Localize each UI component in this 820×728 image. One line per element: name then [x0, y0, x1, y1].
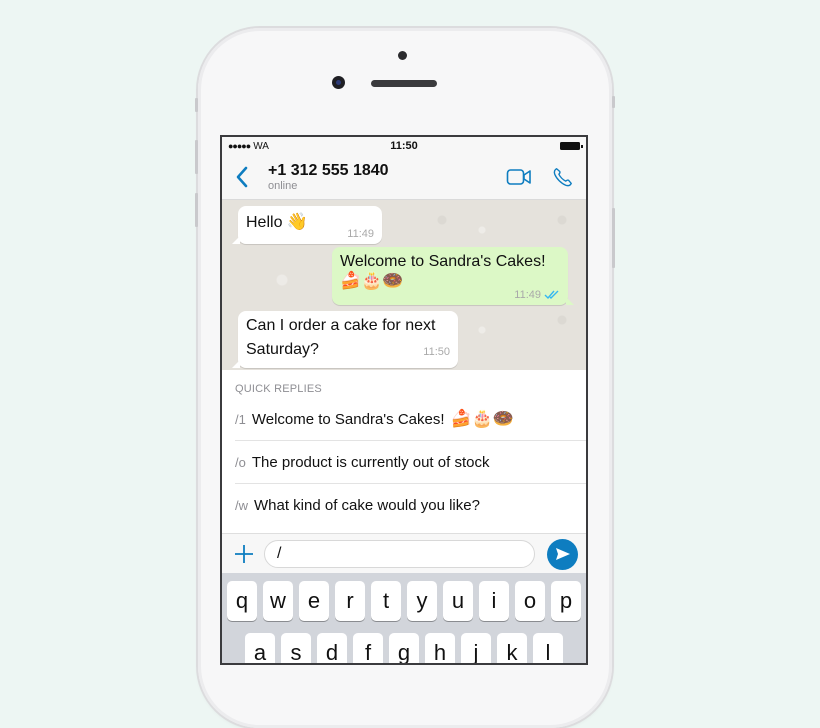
contact-info[interactable]: +1 312 555 1840 online [268, 162, 490, 193]
key-j[interactable]: j [461, 633, 491, 663]
key-q[interactable]: q [227, 581, 257, 621]
cake-emojis: 🍰🎂🍩 [450, 409, 515, 428]
quick-reply-item[interactable]: /1 Welcome to Sandra's Cakes! 🍰🎂🍩 [235, 398, 586, 441]
message-bubble-outgoing[interactable]: Welcome to Sandra's Cakes! 🍰🎂🍩 11:49 [332, 247, 574, 305]
chat-area: Hello 👋 11:49 Welcome to Sandra's Cakes!… [222, 200, 586, 370]
key-f[interactable]: f [353, 633, 383, 663]
double-check-icon [544, 290, 559, 300]
phone-screen: ●●●●● WA 11:50 +1 312 555 1840 online He… [220, 135, 588, 665]
message-text: Hello [246, 214, 283, 231]
side-button [612, 208, 615, 268]
earpiece-speaker [371, 80, 437, 87]
key-d[interactable]: d [317, 633, 347, 663]
quick-reply-text: What kind of cake would you like? [254, 496, 480, 514]
key-p[interactable]: p [551, 581, 581, 621]
quick-reply-text: Welcome to Sandra's Cakes! [251, 410, 445, 428]
chat-header: +1 312 555 1840 online [222, 155, 586, 200]
status-time: 11:50 [390, 140, 418, 152]
quick-reply-item[interactable]: /o The product is currently out of stock [235, 441, 586, 484]
send-button[interactable] [547, 538, 578, 570]
status-bar: ●●●●● WA 11:50 [222, 137, 586, 155]
key-h[interactable]: h [425, 633, 455, 663]
mute-switch [195, 98, 198, 112]
message-text-line: Can I order a cake for next [246, 317, 436, 334]
voice-call-button[interactable] [548, 162, 578, 192]
signal-dots: ●●●●● [228, 141, 251, 151]
contact-status: online [268, 179, 298, 192]
message-time: 11:49 [514, 289, 541, 301]
key-k[interactable]: k [497, 633, 527, 663]
front-camera [332, 76, 345, 89]
quick-replies-panel: QUICK REPLIES /1 Welcome to Sandra's Cak… [222, 370, 586, 533]
key-i[interactable]: i [479, 581, 509, 621]
message-text-line: Saturday? [246, 341, 319, 358]
quick-reply-item[interactable]: /w What kind of cake would you like? [235, 484, 586, 526]
keyboard: qwertyuiop asdfghjkl [222, 573, 586, 663]
key-u[interactable]: u [443, 581, 473, 621]
waving-hand-emoji: 👋 [286, 212, 309, 231]
message-time: 11:49 [347, 228, 374, 240]
message-input[interactable]: / [264, 540, 535, 568]
keyboard-row-1: qwertyuiop [225, 581, 583, 621]
video-camera-icon [506, 169, 531, 185]
key-s[interactable]: s [281, 633, 311, 663]
key-a[interactable]: a [245, 633, 275, 663]
composer-bar: / [222, 533, 586, 574]
key-t[interactable]: t [371, 581, 401, 621]
carrier-name: WA [253, 140, 269, 152]
message-time: 11:50 [423, 346, 450, 358]
phone-icon [553, 168, 572, 187]
key-w[interactable]: w [263, 581, 293, 621]
chevron-left-icon [236, 166, 248, 188]
send-arrow-icon [555, 548, 570, 560]
key-r[interactable]: r [335, 581, 365, 621]
quick-reply-text: The product is currently out of stock [251, 453, 490, 471]
message-text: Welcome to Sandra's Cakes! [340, 253, 546, 270]
message-bubble-incoming[interactable]: Can I order a cake for next Saturday? 11… [232, 311, 458, 368]
volume-up-button [195, 140, 198, 174]
back-button[interactable] [230, 162, 254, 192]
video-call-button[interactable] [504, 162, 534, 192]
key-y[interactable]: y [407, 581, 437, 621]
quick-reply-shortcut: /o [235, 454, 246, 470]
proximity-sensor [398, 51, 407, 60]
contact-name: +1 312 555 1840 [268, 161, 389, 179]
battery-icon [560, 142, 583, 150]
key-g[interactable]: g [389, 633, 419, 663]
message-bubble-incoming[interactable]: Hello 👋 11:49 [232, 206, 382, 244]
quick-reply-shortcut: /1 [235, 411, 246, 427]
volume-down-button [195, 193, 198, 227]
attach-button[interactable] [230, 540, 258, 568]
power-button [612, 96, 615, 108]
key-o[interactable]: o [515, 581, 545, 621]
keyboard-row-2: asdfghjkl [225, 633, 583, 663]
plus-icon [235, 545, 253, 563]
message-input-value: / [277, 545, 282, 562]
quick-reply-shortcut: /w [235, 497, 248, 513]
quick-replies-title: QUICK REPLIES [235, 383, 322, 395]
key-l[interactable]: l [533, 633, 563, 663]
cake-emojis: 🍰🎂🍩 [340, 271, 404, 290]
key-e[interactable]: e [299, 581, 329, 621]
